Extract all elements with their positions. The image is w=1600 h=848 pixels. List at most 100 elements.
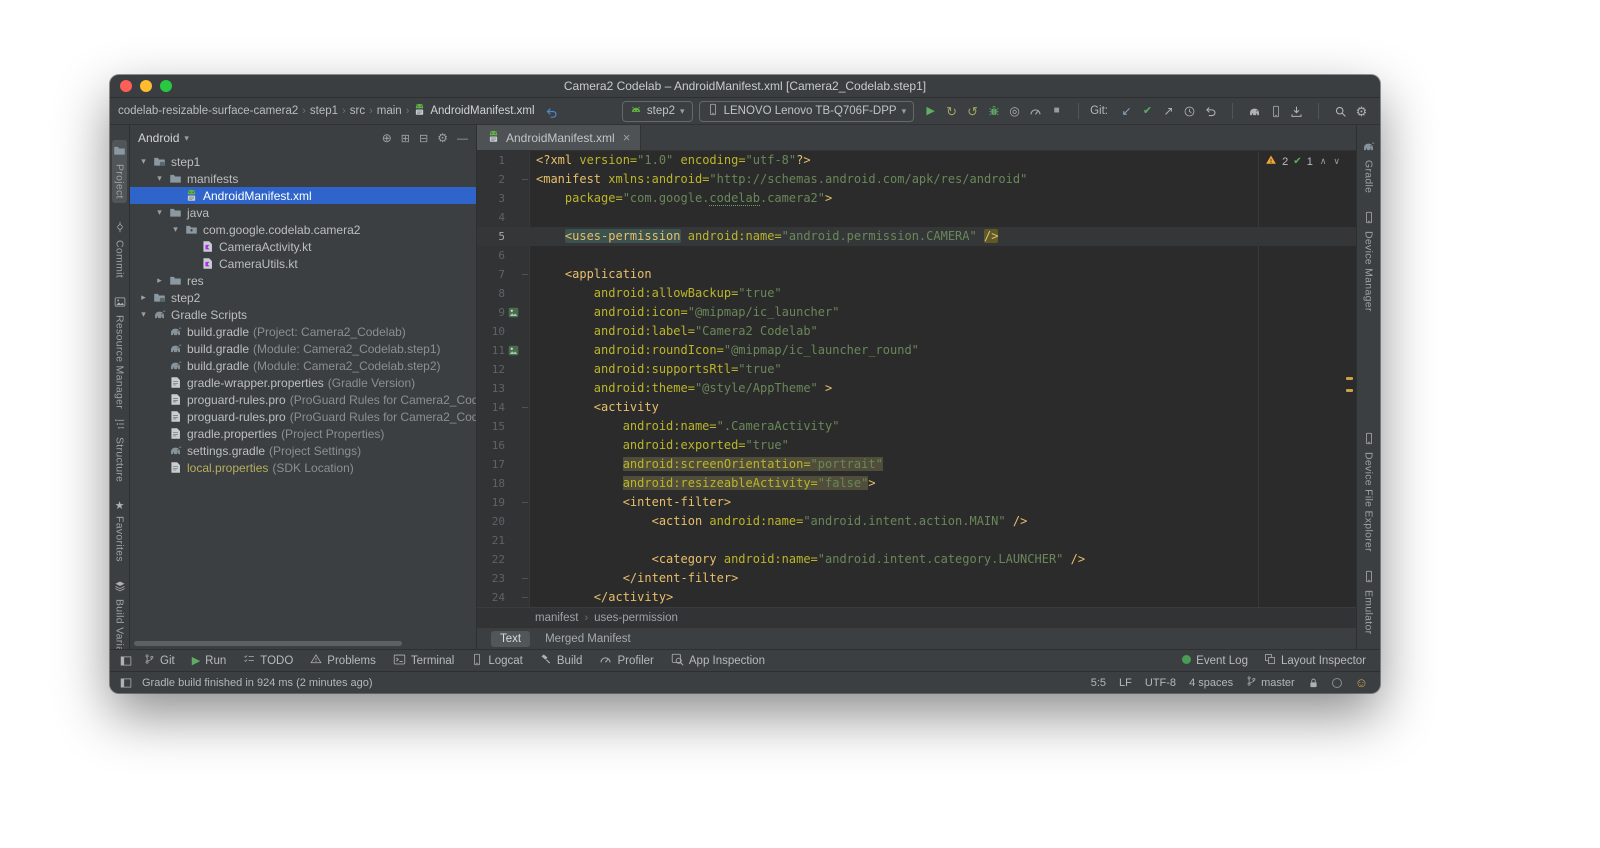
- tree-collapsed-arrow-icon[interactable]: ▸: [152, 275, 167, 286]
- search-everywhere-icon[interactable]: [1330, 101, 1351, 121]
- tree-item-step2[interactable]: ▸ step2: [130, 289, 476, 306]
- device-manager-icon[interactable]: [1265, 101, 1286, 121]
- tool-stripe-button-emulator[interactable]: Emulator: [1363, 570, 1375, 634]
- expand-all-icon[interactable]: ⊞: [401, 131, 410, 145]
- tree-item-gradle-properties[interactable]: gradle.properties (Project Properties): [130, 425, 476, 442]
- push-icon[interactable]: ↗: [1158, 101, 1179, 121]
- tree-item-settings-gradle[interactable]: settings.gradle (Project Settings): [130, 442, 476, 459]
- code-line-12[interactable]: 12 android:supportsRtl="true": [477, 360, 1356, 379]
- device-selector[interactable]: LENOVO Lenovo TB-Q706F-DPP ▾: [698, 100, 915, 122]
- breadcrumb-item-src[interactable]: src: [350, 105, 365, 117]
- tree-expanded-arrow-icon[interactable]: ▾: [152, 207, 167, 218]
- collapse-all-icon[interactable]: ⊟: [419, 131, 428, 145]
- tree-expanded-arrow-icon[interactable]: ▾: [136, 156, 151, 167]
- tool-window-button-terminal[interactable]: Terminal: [393, 653, 454, 669]
- code-line-3[interactable]: 3 package="com.google.codelab.camera2">: [477, 189, 1356, 208]
- tree-item-cameraactivity-kt[interactable]: CameraActivity.kt: [130, 238, 476, 255]
- tool-window-button-profiler[interactable]: Profiler: [599, 653, 654, 669]
- lock-icon[interactable]: [1308, 677, 1319, 689]
- rollback-icon[interactable]: [1200, 101, 1221, 121]
- tree-expanded-arrow-icon[interactable]: ▾: [152, 173, 167, 184]
- editor-breadcrumb-manifest[interactable]: manifest: [535, 612, 578, 624]
- fold-marker-icon[interactable]: –: [520, 569, 530, 588]
- stop-icon[interactable]: ■: [1046, 101, 1067, 121]
- code-line-17[interactable]: 17 android:screenOrientation="portrait": [477, 455, 1356, 474]
- code-line-22[interactable]: 22 <category android:name="android.inten…: [477, 550, 1356, 569]
- code-line-16[interactable]: 16 android:exported="true": [477, 436, 1356, 455]
- breadcrumb-item-androidmanifest-xml[interactable]: AndroidManifest.xml: [413, 103, 535, 119]
- tree-item-res[interactable]: ▸ res: [130, 272, 476, 289]
- tool-stripe-button-project[interactable]: Project: [112, 140, 127, 203]
- tab-androidmanifest-xml[interactable]: AndroidManifest.xml ×: [477, 125, 642, 150]
- tree-item-proguard-rules-pro[interactable]: proguard-rules.pro (ProGuard Rules for C…: [130, 391, 476, 408]
- line-separator-widget[interactable]: LF: [1119, 677, 1132, 689]
- minimize-window-button[interactable]: [140, 80, 152, 92]
- tool-stripe-button-gradle[interactable]: Gradle: [1362, 140, 1375, 193]
- code-line-24[interactable]: 24 – </activity>: [477, 588, 1356, 607]
- tree-item-build-gradle[interactable]: build.gradle (Module: Camera2_Codelab.st…: [130, 357, 476, 374]
- indent-widget[interactable]: 4 spaces: [1189, 677, 1233, 689]
- code-line-13[interactable]: 13 android:theme="@style/AppTheme" >: [477, 379, 1356, 398]
- code-line-4[interactable]: 4: [477, 208, 1356, 227]
- fold-marker-icon[interactable]: –: [520, 493, 530, 512]
- code-line-8[interactable]: 8 android:allowBackup="true": [477, 284, 1356, 303]
- editor-breadcrumb-uses-permission[interactable]: uses-permission: [594, 612, 678, 624]
- tool-windows-icon[interactable]: [120, 655, 132, 667]
- run-icon[interactable]: ▶: [920, 101, 941, 121]
- code-line-2[interactable]: 2 – <manifest xmlns:android="http://schema…: [477, 170, 1356, 189]
- next-issue-icon[interactable]: ∨: [1333, 156, 1340, 167]
- tree-collapsed-arrow-icon[interactable]: ▸: [136, 292, 151, 303]
- sync-gradle-icon[interactable]: [1244, 101, 1265, 121]
- settings-icon[interactable]: ⚙: [1351, 101, 1372, 121]
- tree-item-gradle-scripts[interactable]: ▾ Gradle Scripts: [130, 306, 476, 323]
- run-configuration-selector[interactable]: step2 ▾: [621, 100, 693, 122]
- fold-marker-icon[interactable]: –: [520, 170, 530, 189]
- feedback-icon[interactable]: ☺: [1355, 675, 1368, 690]
- inspections-widget[interactable]: 2 ✔ 1 ∧ ∨: [1265, 154, 1340, 169]
- code-line-23[interactable]: 23 – </intent-filter>: [477, 569, 1356, 588]
- tool-stripe-button-device-file-explorer[interactable]: Device File Explorer: [1363, 432, 1375, 552]
- tool-window-button-run[interactable]: ▶ Run: [192, 655, 227, 667]
- code-line-11[interactable]: 11 android:roundIcon="@mipmap/ic_launche…: [477, 341, 1356, 360]
- tool-window-button-git[interactable]: Git: [144, 653, 175, 668]
- tool-stripe-button-favorites[interactable]: ★ Favorites: [114, 500, 126, 562]
- locate-icon[interactable]: ⊕: [382, 131, 392, 145]
- commit-icon[interactable]: ✔: [1137, 101, 1158, 121]
- background-tasks-icon[interactable]: [1331, 677, 1342, 688]
- code-line-19[interactable]: 19 – <intent-filter>: [477, 493, 1356, 512]
- error-stripe-mark[interactable]: [1346, 389, 1353, 392]
- code-line-18[interactable]: 18 android:resizeableActivity="false">: [477, 474, 1356, 493]
- navigate-back-icon[interactable]: [545, 105, 558, 118]
- tool-window-button-logcat[interactable]: Logcat: [471, 653, 523, 669]
- code-line-7[interactable]: 7 – <application: [477, 265, 1356, 284]
- close-tab-icon[interactable]: ×: [623, 130, 631, 145]
- apply-changes-icon[interactable]: ↻: [941, 101, 962, 121]
- fold-marker-icon[interactable]: –: [520, 265, 530, 284]
- options-icon[interactable]: ⚙: [437, 131, 448, 145]
- code-line-9[interactable]: 9 android:icon="@mipmap/ic_launcher": [477, 303, 1356, 322]
- tree-item-com-google-codelab-camera2[interactable]: ▾ com.google.codelab.camera2: [130, 221, 476, 238]
- code-line-21[interactable]: 21: [477, 531, 1356, 550]
- code-line-5[interactable]: 5 <uses-permission android:name="android…: [477, 227, 1356, 246]
- status-message[interactable]: Gradle build finished in 924 ms (2 minut…: [142, 677, 373, 689]
- code-line-10[interactable]: 10 android:label="Camera2 Codelab": [477, 322, 1356, 341]
- code-line-20[interactable]: 20 <action android:name="android.intent.…: [477, 512, 1356, 531]
- fold-marker-icon[interactable]: –: [520, 398, 530, 417]
- encoding-widget[interactable]: UTF-8: [1145, 677, 1176, 689]
- fold-marker-icon[interactable]: –: [520, 588, 530, 607]
- history-icon[interactable]: [1179, 101, 1200, 121]
- tree-item-proguard-rules-pro[interactable]: proguard-rules.pro (ProGuard Rules for C…: [130, 408, 476, 425]
- breadcrumb-item-codelab-resizable-surface-camera2[interactable]: codelab-resizable-surface-camera2: [118, 105, 298, 117]
- editor-view-tab-merged-manifest[interactable]: Merged Manifest: [536, 631, 640, 647]
- debug-icon[interactable]: [983, 101, 1004, 121]
- gutter-image-preview-icon[interactable]: [507, 307, 520, 318]
- tree-item-local-properties[interactable]: local.properties (SDK Location): [130, 459, 476, 476]
- gutter-image-preview-icon[interactable]: [507, 345, 520, 356]
- caret-position-widget[interactable]: 5:5: [1091, 677, 1106, 689]
- update-project-icon[interactable]: ↙: [1116, 101, 1137, 121]
- tool-window-button-event-log[interactable]: Event Log: [1182, 654, 1248, 667]
- breadcrumb-item-step1[interactable]: step1: [310, 105, 338, 117]
- tool-window-button-problems[interactable]: Problems: [310, 653, 376, 668]
- profile-icon[interactable]: [1025, 101, 1046, 121]
- tree-expanded-arrow-icon[interactable]: ▾: [168, 224, 183, 235]
